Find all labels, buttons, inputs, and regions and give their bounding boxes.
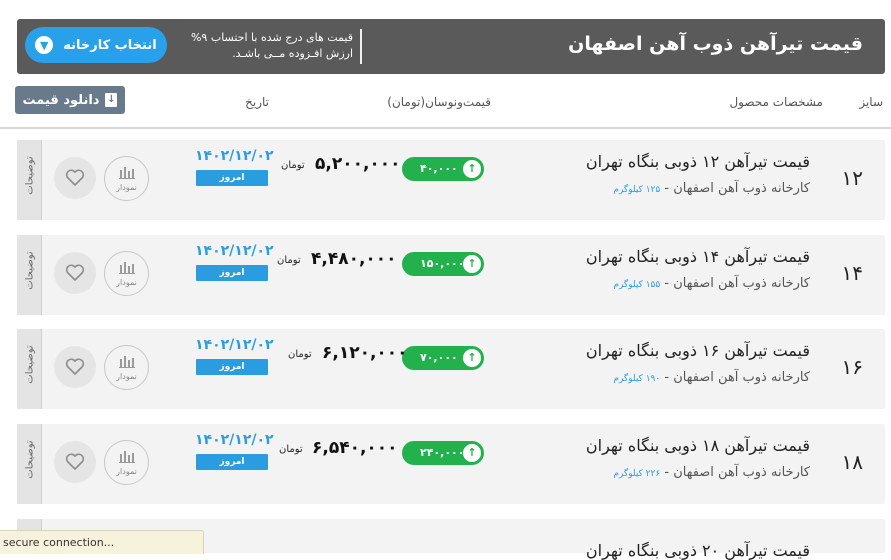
arrow-up-icon: ↑ [463, 444, 481, 462]
heart-icon [65, 264, 85, 281]
beam-size: ۱۶ [841, 355, 863, 379]
beam-size: ۱۴ [841, 261, 863, 285]
description-tab[interactable]: توضیحات [17, 235, 42, 315]
heart-icon [65, 169, 85, 186]
chart-button[interactable]: نمودار [104, 251, 149, 296]
chart-button[interactable]: نمودار [104, 440, 149, 485]
product-title-link[interactable]: قیمت تیرآهن ۲۰ ذوبی بنگاه تهران [586, 541, 810, 560]
price-change-value: ۲۴۰,۰۰۰ [420, 446, 465, 459]
today-badge: امروز [196, 454, 268, 470]
beam-size: ۱۲ [841, 166, 863, 190]
column-header-date: تاریخ [245, 95, 269, 109]
factory-name: کارخانه ذوب آهن اصفهان - [660, 181, 810, 196]
header-divider [360, 29, 362, 64]
product-factory: کارخانه ذوب آهن اصفهان - ۱۹۰ کیلوگرم [613, 370, 810, 385]
product-factory: کارخانه ذوب آهن اصفهان - ۲۲۶ کیلوگرم [613, 465, 810, 480]
description-tab[interactable]: توضیحات [17, 424, 42, 504]
product-weight: ۲۲۶ کیلوگرم [613, 469, 661, 479]
description-label: توضیحات [24, 156, 36, 195]
price-unit: تومان [281, 160, 305, 171]
today-badge: امروز [196, 170, 268, 186]
price-unit: تومان [279, 444, 303, 455]
table-row: ۱۶ قیمت تیرآهن ۱۶ ذوبی بنگاه تهران کارخا… [17, 329, 885, 409]
column-header-specs: مشخصات محصول [729, 95, 823, 109]
chart-label: نمودار [116, 372, 137, 381]
page-title: قیمت تیرآهن ذوب آهن اصفهان [568, 33, 863, 55]
price-change-value: ۴۰,۰۰۰ [420, 162, 458, 175]
product-title-link[interactable]: قیمت تیرآهن ۱۲ ذوبی بنگاه تهران [586, 152, 810, 171]
product-weight: ۱۹۰ کیلوگرم [613, 374, 661, 384]
description-tab[interactable]: توضیحات [17, 329, 42, 409]
beam-size: ۱۸ [841, 450, 863, 474]
table-row: ۱۲ قیمت تیرآهن ۱۲ ذوبی بنگاه تهران کارخا… [17, 140, 885, 220]
factory-name: کارخانه ذوب آهن اصفهان - [660, 465, 810, 480]
download-icon: ↓ [105, 93, 118, 107]
price-value: ۶,۵۴۰,۰۰۰ [312, 438, 398, 458]
heart-icon [65, 358, 85, 375]
favorite-button[interactable] [54, 157, 96, 199]
price-value: ۴,۴۸۰,۰۰۰ [311, 249, 397, 269]
price-date: ۱۴۰۲/۱۲/۰۲ [195, 148, 274, 164]
description-label: توضیحات [24, 345, 36, 384]
arrow-up-icon: ↑ [463, 349, 481, 367]
price-date: ۱۴۰۲/۱۲/۰۲ [195, 243, 274, 259]
bar-chart-icon [119, 262, 135, 274]
factory-name: کارخانه ذوب آهن اصفهان - [660, 276, 810, 291]
description-label: توضیحات [24, 440, 36, 479]
price-unit: تومان [288, 349, 312, 360]
page-header: قیمت تیرآهن ذوب آهن اصفهان قیمت های درج … [17, 19, 885, 74]
price-value: ۶,۱۲۰,۰۰۰ [322, 343, 408, 363]
chevron-down-icon: ▼ [35, 36, 54, 54]
favorite-button[interactable] [54, 252, 96, 294]
select-factory-label: انتخاب کارخانه [63, 37, 157, 53]
price-change-badge: ۲۴۰,۰۰۰ ↑ [402, 441, 484, 465]
description-tab[interactable]: توضیحات [17, 140, 42, 220]
arrow-up-icon: ↑ [463, 160, 481, 178]
select-factory-button[interactable]: انتخاب کارخانه ▼ [25, 27, 167, 63]
chart-label: نمودار [116, 467, 137, 476]
price-date: ۱۴۰۲/۱۲/۰۲ [195, 337, 274, 353]
today-badge: امروز [196, 265, 268, 281]
price-value: ۵,۲۰۰,۰۰۰ [315, 154, 401, 174]
product-title-link[interactable]: قیمت تیرآهن ۱۸ ذوبی بنگاه تهران [586, 436, 810, 455]
price-unit: تومان [277, 255, 301, 266]
factory-name: کارخانه ذوب آهن اصفهان - [660, 370, 810, 385]
price-change-value: ۷۰,۰۰۰ [420, 351, 458, 364]
price-change-badge: ۷۰,۰۰۰ ↑ [402, 346, 484, 370]
price-change-badge: ۴۰,۰۰۰ ↑ [402, 157, 484, 181]
bar-chart-icon [119, 167, 135, 179]
favorite-button[interactable] [54, 346, 96, 388]
vat-note: قیمت های درج شده با احتساب ۹% ارزش افـزو… [190, 31, 353, 60]
favorite-button[interactable] [54, 441, 96, 483]
chart-label: نمودار [116, 183, 137, 192]
browser-status-bar: secure connection... [0, 530, 204, 554]
product-factory: کارخانه ذوب آهن اصفهان - ۱۲۵ کیلوگرم [613, 181, 810, 196]
chart-button[interactable]: نمودار [104, 156, 149, 201]
product-title-link[interactable]: قیمت تیرآهن ۱۴ ذوبی بنگاه تهران [586, 247, 810, 266]
product-weight: ۱۵۵ کیلوگرم [613, 280, 661, 290]
price-date: ۱۴۰۲/۱۲/۰۲ [195, 432, 274, 448]
table-row: ۱۸ قیمت تیرآهن ۱۸ ذوبی بنگاه تهران کارخا… [17, 424, 885, 504]
bar-chart-icon [119, 451, 135, 463]
heart-icon [65, 453, 85, 470]
download-price-label: دانلود قیمت [22, 92, 100, 108]
chart-label: نمودار [116, 278, 137, 287]
table-row: ۱۴ قیمت تیرآهن ۱۴ ذوبی بنگاه تهران کارخا… [17, 235, 885, 315]
bar-chart-icon [119, 356, 135, 368]
price-change-badge: ۱۵۰,۰۰۰ ↑ [402, 252, 484, 276]
download-price-button[interactable]: ↓ دانلود قیمت [15, 86, 125, 114]
arrow-up-icon: ↑ [463, 255, 481, 273]
chart-button[interactable]: نمودار [104, 345, 149, 390]
price-change-value: ۱۵۰,۰۰۰ [420, 257, 465, 270]
column-header-price: قیمت‌ونوسان(تومان) [387, 95, 491, 109]
product-weight: ۱۲۵ کیلوگرم [613, 185, 661, 195]
header-divider-line [0, 127, 891, 129]
column-header-size: سایز [859, 95, 883, 109]
product-title-link[interactable]: قیمت تیرآهن ۱۶ ذوبی بنگاه تهران [586, 341, 810, 360]
product-factory: کارخانه ذوب آهن اصفهان - ۱۵۵ کیلوگرم [613, 276, 810, 291]
today-badge: امروز [196, 359, 268, 375]
description-label: توضیحات [24, 251, 36, 290]
